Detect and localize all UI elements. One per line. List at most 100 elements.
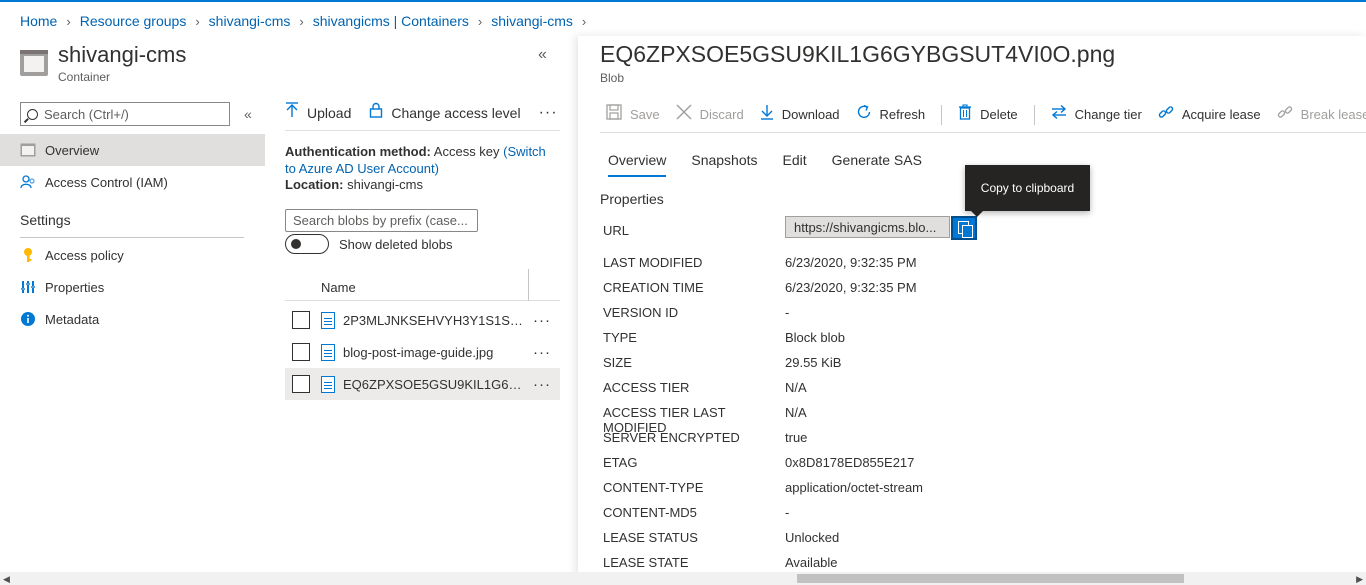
toolbar-separator	[1033, 104, 1035, 125]
property-row: LEASE STATUS Unlocked	[603, 530, 1303, 555]
search-icon	[27, 108, 38, 120]
blob-name[interactable]: EQ6ZPXSOE5GSU9KIL1G6GYB...	[343, 377, 525, 392]
blob-toolbar: Save Discard Download Refresh Delete Cha…	[606, 104, 1366, 125]
column-resizer[interactable]	[528, 269, 529, 301]
breadcrumb-resource-group[interactable]: shivangi-cms	[209, 13, 291, 29]
blob-title: EQ6ZPXSOE5GSU9KIL1G6GYBGSUT4VI0O.png	[600, 41, 1116, 67]
scroll-left-arrow-icon[interactable]: ◀	[3, 574, 10, 585]
property-row: CONTENT-TYPE application/octet-stream	[603, 480, 1303, 505]
save-button[interactable]: Save	[606, 104, 660, 125]
property-key: LAST MODIFIED	[603, 255, 703, 270]
change-tier-button[interactable]: Change tier	[1051, 104, 1142, 125]
property-key: ETAG	[603, 455, 638, 470]
row-more-button[interactable]: ···	[533, 312, 551, 329]
blob-search-input[interactable]: Search blobs by prefix (case...	[285, 209, 478, 232]
upload-button[interactable]: Upload	[285, 102, 351, 123]
property-value: application/octet-stream	[785, 480, 924, 495]
container-subtitle: Container	[58, 70, 111, 84]
nav-item-iam[interactable]: Access Control (IAM)	[0, 166, 265, 198]
chevron-right-icon: ›	[66, 13, 71, 29]
save-label: Save	[630, 107, 660, 122]
horizontal-scrollbar[interactable]: ◀ ▶	[0, 572, 1366, 585]
property-row: LAST MODIFIED 6/23/2020, 9:32:35 PM	[603, 255, 1303, 280]
more-options-button[interactable]: ···	[539, 104, 558, 122]
property-key: CONTENT-MD5	[603, 505, 697, 520]
breadcrumb-home[interactable]: Home	[20, 13, 57, 29]
property-row: CREATION TIME 6/23/2020, 9:32:35 PM	[603, 280, 1303, 305]
breadcrumb-container[interactable]: shivangi-cms	[491, 13, 573, 29]
row-more-button[interactable]: ···	[533, 344, 551, 361]
tab-overview[interactable]: Overview	[608, 152, 667, 177]
menu-search-input[interactable]: Search (Ctrl+/)	[20, 102, 230, 126]
discard-button[interactable]: Discard	[676, 104, 744, 125]
property-value: N/A	[785, 380, 807, 395]
table-row[interactable]: blog-post-image-guide.jpg ···	[285, 336, 560, 368]
toolbar-divider	[285, 130, 560, 131]
property-row: SIZE 29.55 KiB	[603, 355, 1303, 380]
change-access-level-button[interactable]: Change access level	[369, 102, 521, 123]
copy-tooltip: Copy to clipboard	[965, 165, 1090, 217]
nav-item-overview[interactable]: Overview	[0, 134, 265, 166]
column-name-header[interactable]: Name	[321, 280, 356, 295]
scroll-right-arrow-icon[interactable]: ▶	[1356, 574, 1363, 585]
collapse-menu-button[interactable]: «	[244, 106, 252, 122]
breadcrumb: Home › Resource groups › shivangi-cms › …	[20, 13, 595, 29]
property-row: SERVER ENCRYPTED true	[603, 430, 1303, 455]
property-key: ACCESS TIER LAST MODIFIED	[603, 405, 726, 435]
nav-item-metadata[interactable]: Metadata	[0, 303, 265, 335]
file-icon	[321, 375, 335, 393]
chevron-right-icon: ›	[581, 13, 587, 29]
property-key: ACCESS TIER	[603, 380, 690, 395]
acquire-lease-button[interactable]: Acquire lease	[1158, 104, 1261, 125]
breadcrumb-containers[interactable]: shivangicms | Containers	[313, 13, 469, 29]
container-icon	[20, 50, 48, 76]
overview-icon	[20, 142, 36, 158]
refresh-icon	[856, 104, 872, 125]
row-checkbox[interactable]	[292, 343, 310, 361]
break-lease-button[interactable]: Break lease	[1277, 104, 1366, 125]
tab-edit[interactable]: Edit	[783, 152, 807, 177]
blob-search-placeholder: Search blobs by prefix (case...	[293, 213, 468, 228]
row-more-button[interactable]: ···	[533, 376, 551, 393]
tab-snapshots[interactable]: Snapshots	[691, 152, 757, 177]
top-accent-line	[0, 0, 1366, 2]
upload-icon	[285, 102, 299, 123]
table-row[interactable]: 2P3MLJNKSEHVYH3Y1S1SNC... ···	[285, 304, 560, 336]
refresh-button[interactable]: Refresh	[856, 104, 925, 125]
auth-value: Access key	[433, 144, 500, 159]
show-deleted-toggle[interactable]	[285, 234, 329, 254]
properties-heading: Properties	[600, 191, 664, 207]
property-row: ACCESS TIER LAST MODIFIED N/A	[603, 405, 1303, 435]
property-value: 6/23/2020, 9:32:35 PM	[785, 280, 917, 295]
property-value: 6/23/2020, 9:32:35 PM	[785, 255, 917, 270]
blob-subtitle: Blob	[600, 71, 625, 85]
lock-icon	[369, 102, 383, 123]
row-checkbox[interactable]	[292, 311, 310, 329]
property-value: -	[785, 505, 790, 520]
table-row[interactable]: EQ6ZPXSOE5GSU9KIL1G6GYB... ···	[285, 368, 560, 400]
copy-to-clipboard-button[interactable]	[951, 216, 977, 240]
property-row: CONTENT-MD5 -	[603, 505, 1303, 530]
nav-item-properties[interactable]: Properties	[0, 271, 265, 303]
change-tier-label: Change tier	[1074, 107, 1142, 122]
breadcrumb-resource-groups[interactable]: Resource groups	[80, 13, 187, 29]
property-key: CONTENT-TYPE	[603, 480, 704, 495]
property-key: VERSION ID	[603, 305, 679, 320]
url-field[interactable]: https://shivangicms.blo...	[785, 216, 950, 238]
discard-label: Discard	[699, 107, 744, 122]
download-button[interactable]: Download	[760, 104, 840, 125]
tab-generate-sas[interactable]: Generate SAS	[832, 152, 922, 177]
nav-label-iam: Access Control (IAM)	[45, 174, 168, 190]
change-access-label: Change access level	[391, 104, 521, 121]
nav-item-access-policy[interactable]: Access policy	[0, 239, 265, 271]
row-checkbox[interactable]	[292, 375, 310, 393]
scrollbar-thumb[interactable]	[797, 574, 1184, 583]
broken-link-icon	[1277, 104, 1293, 125]
blob-name[interactable]: 2P3MLJNKSEHVYH3Y1S1SNC...	[343, 313, 525, 328]
collapse-list-button[interactable]: «	[538, 46, 547, 64]
delete-button[interactable]: Delete	[958, 104, 1018, 125]
toolbar-divider	[600, 132, 1366, 133]
blob-name[interactable]: blog-post-image-guide.jpg	[343, 345, 525, 360]
key-icon	[20, 247, 36, 263]
property-value: -	[785, 305, 790, 320]
